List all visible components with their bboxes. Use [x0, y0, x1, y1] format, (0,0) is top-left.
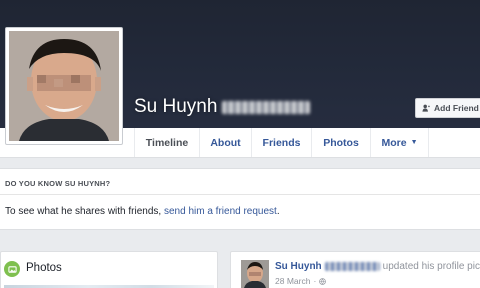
post-action-text: updated his profile pict [382, 261, 480, 272]
post-date[interactable]: 28 March [275, 276, 310, 286]
send-friend-request-link[interactable]: send him a friend request [164, 206, 277, 217]
post-avatar[interactable] [241, 260, 269, 288]
add-person-icon [422, 104, 430, 112]
tab-label: More [381, 136, 407, 149]
profile-photo-icon [9, 31, 119, 141]
tab-about[interactable]: About [200, 128, 252, 157]
divider [0, 194, 480, 195]
globe-icon [319, 277, 327, 285]
photos-card: Photos [0, 251, 218, 288]
prompt-suffix: . [276, 206, 280, 217]
do-you-know-heading: DO YOU KNOW SU HUYNH? [5, 179, 111, 188]
add-friend-button[interactable]: Add Friend [415, 98, 480, 118]
tab-timeline[interactable]: Timeline [134, 128, 200, 157]
photos-icon [4, 261, 20, 277]
separator: · [313, 276, 317, 286]
caret-down-icon: ▼ [410, 139, 418, 146]
post-author-link[interactable]: Su Huynh [275, 261, 322, 272]
tab-photos[interactable]: Photos [312, 128, 371, 157]
photos-card-title[interactable]: Photos [26, 262, 62, 274]
profile-picture[interactable] [5, 27, 123, 145]
redacted-name-blur [222, 100, 311, 114]
profile-name-text: Su Huynh [134, 96, 218, 117]
post-card: Su Huynh updated his profile pict 28 Mar… [230, 251, 480, 288]
add-friend-label: Add Friend [434, 103, 479, 113]
redacted-name-blur [324, 262, 380, 271]
tab-label: Friends [262, 136, 301, 149]
tab-label: Photos [323, 136, 359, 149]
tab-label: About [210, 136, 241, 149]
post-meta: 28 March · [275, 276, 327, 286]
tab-more[interactable]: More ▼ [371, 128, 429, 157]
friend-request-prompt: To see what he shares with friends, send… [5, 206, 280, 217]
tab-friends[interactable]: Friends [252, 128, 312, 157]
tab-label: Timeline [145, 136, 189, 149]
do-you-know-card: DO YOU KNOW SU HUYNH? To see what he sha… [0, 168, 480, 230]
post-headline: Su Huynh updated his profile pict [275, 261, 480, 272]
profile-name[interactable]: Su Huynh [134, 96, 311, 118]
prompt-text: To see what he shares with friends, [5, 206, 164, 217]
